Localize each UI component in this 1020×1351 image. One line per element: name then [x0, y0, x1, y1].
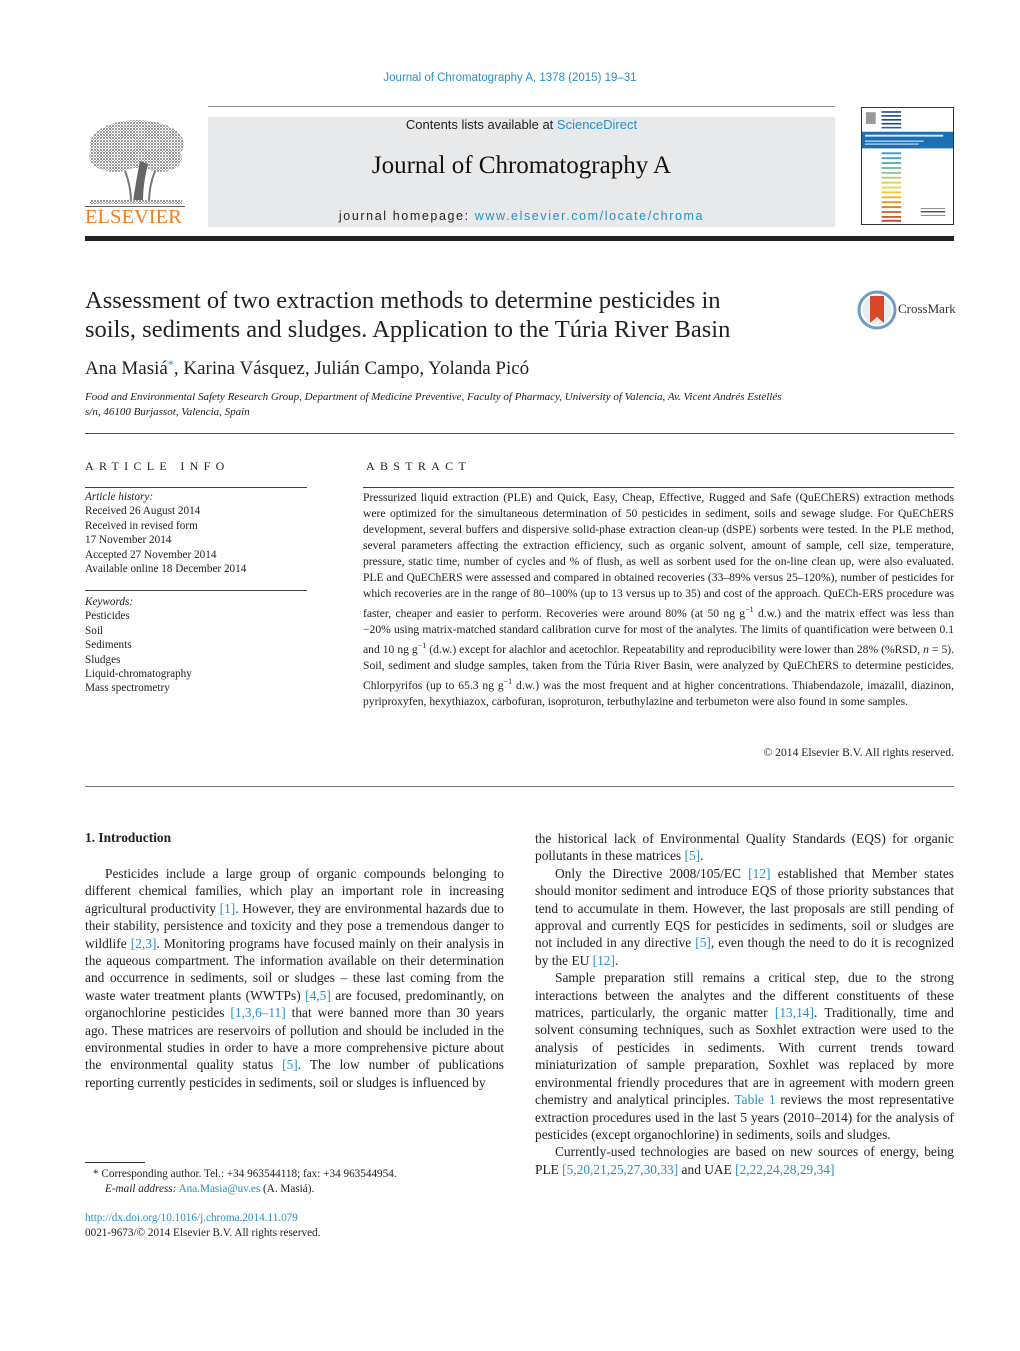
keyword-item: Mass spectrometry [85, 682, 170, 695]
contents-prefix: Contents lists available at [405, 117, 557, 132]
keyword-item: Pesticides [85, 610, 130, 623]
abstract-bottom-rule [85, 786, 954, 787]
footnote-rule [85, 1162, 145, 1163]
reference-link[interactable]: [12] [593, 953, 615, 968]
cover-color-stripes [881, 152, 902, 222]
body-column-right: the historical lack of Environmental Qua… [535, 830, 954, 1178]
footnote-line-2: E-mail address: Ana.Masia@uv.es (A. Masi… [85, 1182, 504, 1197]
reference-link[interactable]: [1] [220, 901, 236, 916]
keyword-item: Sludges [85, 653, 121, 666]
crossmark-label: CrossMark [898, 301, 956, 316]
abstract-text: Pressurized liquid extraction (PLE) and … [363, 490, 954, 710]
reference-link[interactable]: [4,5] [305, 988, 331, 1003]
paragraph: Only the Directive 2008/105/EC [12] esta… [535, 865, 954, 968]
superscript: −1 [503, 676, 513, 686]
header-divider [208, 106, 835, 107]
title-line-1: Assessment of two extraction methods to … [85, 287, 721, 314]
journal-homepage: journal homepage: www.elsevier.com/locat… [208, 209, 835, 223]
crossmark-button[interactable]: CrossMark [857, 290, 957, 330]
superscript: −1 [745, 605, 754, 614]
footnote-contact: Corresponding author. Tel.: +34 96354411… [98, 1168, 397, 1180]
reference-link[interactable]: [5] [685, 848, 701, 863]
history-item: Available online 18 December 2014 [85, 563, 247, 576]
journal-title: Journal of Chromatography A [371, 152, 672, 179]
crossmark-icon [857, 290, 897, 330]
keywords: Keywords: Pesticides Soil Sediments Slud… [85, 595, 307, 696]
other-authors: , Karina Vásquez, Julián Campo, Yolanda … [173, 358, 530, 379]
history-item: Accepted 27 November 2014 [85, 548, 217, 561]
issn-copyright: 0021-9673/© 2014 Elsevier B.V. All right… [85, 1226, 321, 1239]
footnote-line-1: * Corresponding author. Tel.: +34 963544… [85, 1167, 504, 1182]
reference-link[interactable]: [2,22,24,28,29,34] [735, 1162, 834, 1177]
email-label: E-mail address: [105, 1182, 177, 1195]
abstract-copyright: © 2014 Elsevier B.V. All rights reserved… [763, 746, 954, 759]
homepage-prefix: journal homepage: [338, 209, 475, 223]
keyword-item: Liquid-chromatography [85, 668, 192, 681]
title-line-2: soils, sediments and sludges. Applicatio… [85, 316, 731, 343]
journal-cover-thumbnail[interactable] [861, 107, 954, 225]
abstract-heading: ABSTRACT [366, 459, 472, 473]
reference-link[interactable]: [2,3] [131, 936, 157, 951]
paragraph: Sample preparation still remains a criti… [535, 970, 954, 1142]
article-info-rule-top [85, 487, 307, 488]
author-ana-masia: Ana Masiá [85, 358, 168, 379]
superscript: −1 [417, 640, 427, 650]
article-info-rule-mid [85, 590, 307, 591]
table-link[interactable]: Table 1 [734, 1092, 775, 1107]
section-heading-introduction: 1. Introduction [85, 830, 172, 845]
abstract-segment: Pressurized liquid extraction (PLE) and … [363, 491, 954, 620]
email-link[interactable]: Ana.Masia@uv.es [179, 1183, 261, 1195]
history-item: 17 November 2014 [85, 534, 172, 547]
affiliation-line-1: Food and Environmental Safety Research G… [85, 391, 782, 403]
affiliation: Food and Environmental Safety Research G… [85, 390, 845, 419]
abstract-rule [363, 487, 954, 488]
article-info-heading: ARTICLE INFO [85, 459, 230, 473]
paragraph: Currently-used technologies are based on… [535, 1144, 954, 1177]
history-item: Received in revised form [85, 519, 198, 532]
elsevier-wordmark: ELSEVIER [85, 206, 182, 228]
article-title: Assessment of two extraction methods to … [85, 286, 825, 344]
sciencedirect-link[interactable]: ScienceDirect [557, 117, 637, 132]
paragraph: Pesticides include a large group of orga… [85, 866, 504, 1090]
reference-link[interactable]: [1,3,6–11] [230, 1005, 285, 1020]
paragraph: the historical lack of Environmental Qua… [535, 831, 954, 864]
reference-link[interactable]: [5] [695, 935, 711, 950]
history-item: Received 26 August 2014 [85, 505, 201, 518]
keyword-item: Sediments [85, 639, 132, 652]
article-history: Article history: Received 26 August 2014… [85, 490, 307, 576]
keywords-label: Keywords: [85, 596, 134, 608]
doi-block: http://dx.doi.org/10.1016/j.chroma.2014.… [85, 1211, 320, 1240]
author-list: Ana Masiá*, Karina Vásquez, Julián Campo… [85, 357, 529, 380]
body-column-left: Pesticides include a large group of orga… [85, 865, 504, 1091]
header-thick-rule [85, 236, 954, 241]
affiliation-line-2: s/n, 46100 Burjassot, Valencia, Spain [85, 405, 250, 418]
contents-availability: Contents lists available at ScienceDirec… [208, 117, 835, 132]
doi-link[interactable]: http://dx.doi.org/10.1016/j.chroma.2014.… [85, 1212, 298, 1224]
title-divider [85, 433, 954, 434]
reference-link[interactable]: [5] [282, 1057, 298, 1072]
reference-link[interactable]: [12] [748, 866, 770, 881]
history-label: Article history: [85, 491, 154, 503]
abstract-segment: (d.w.) except for alachlor and acetochlo… [426, 642, 924, 656]
journal-citation[interactable]: Journal of Chromatography A, 1378 (2015)… [0, 72, 1020, 84]
corresponding-author-footnote: * Corresponding author. Tel.: +34 963544… [85, 1167, 504, 1196]
reference-link[interactable]: [13,14] [775, 1005, 814, 1020]
email-suffix: (A. Masiá). [260, 1182, 315, 1195]
reference-link[interactable]: [5,20,21,25,27,30,33] [562, 1162, 678, 1177]
homepage-link[interactable]: www.elsevier.com/locate/chroma [475, 209, 704, 223]
keyword-item: Soil [85, 624, 104, 637]
